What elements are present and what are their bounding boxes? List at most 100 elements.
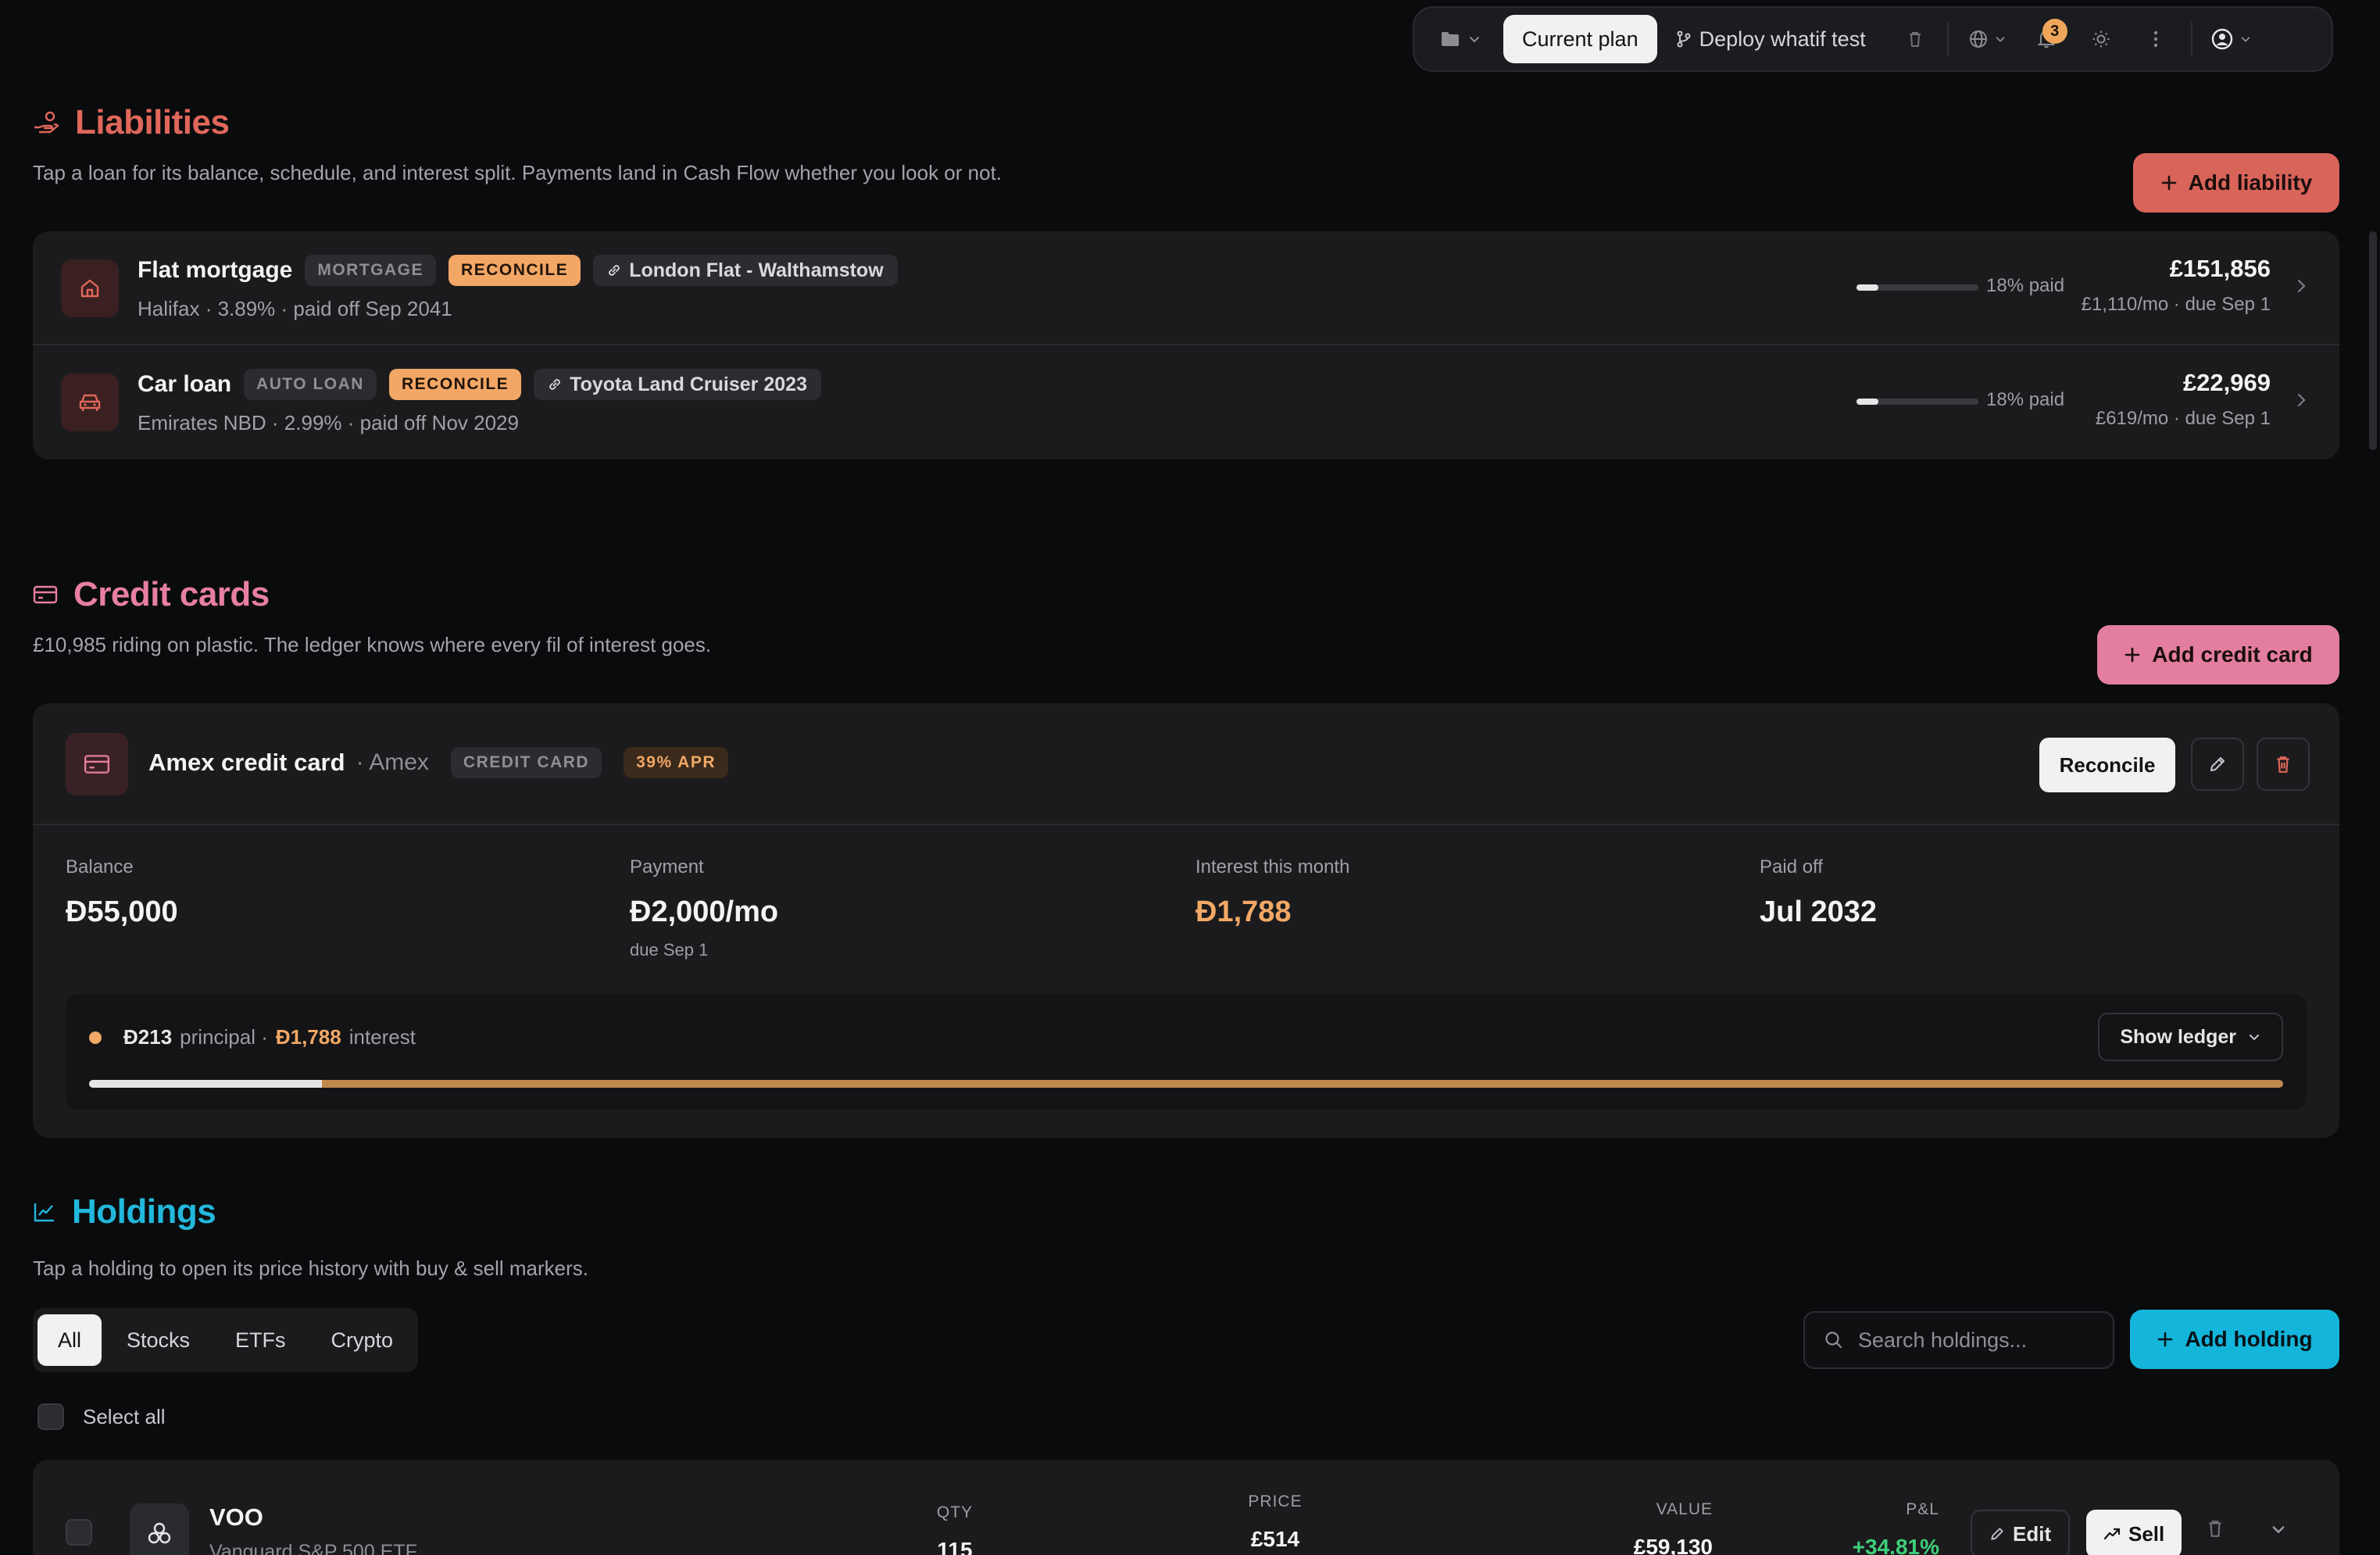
value-value: £59,130 <box>1633 1535 1713 1555</box>
holdings-filter-tabs: All Stocks ETFs Crypto <box>33 1308 419 1372</box>
tab-current-plan[interactable]: Current plan <box>1503 15 1657 63</box>
add-holding-label: Add holding <box>2185 1327 2313 1351</box>
pnl-column: P&L +34.81% <box>1822 1500 1939 1555</box>
loan-balance: £22,969 <box>2182 369 2271 396</box>
loan-balance: £151,856 <box>2169 255 2271 282</box>
expand-holding-button[interactable] <box>2269 1521 2288 1538</box>
select-all-checkbox[interactable] <box>38 1403 64 1430</box>
principal-word: principal · <box>180 1025 268 1049</box>
qty-column: QTY 115 <box>908 1503 1002 1555</box>
theme-toggle-button[interactable] <box>2074 14 2128 64</box>
edit-card-button[interactable] <box>2191 738 2244 791</box>
chevron-down-icon <box>1994 33 2007 45</box>
language-menu-button[interactable] <box>1957 14 2019 64</box>
show-ledger-button[interactable]: Show ledger <box>2098 1013 2283 1061</box>
apr-badge: 39% APR <box>624 747 729 778</box>
more-options-button[interactable] <box>2128 14 2183 64</box>
principal-amount: Đ213 <box>123 1025 173 1049</box>
account-menu-button[interactable] <box>2200 14 2263 64</box>
qty-value: 115 <box>937 1538 973 1555</box>
tab-crypto[interactable]: Crypto <box>311 1314 414 1366</box>
folder-menu-button[interactable] <box>1424 14 1499 64</box>
credit-card-icon <box>33 584 58 605</box>
reconcile-badge[interactable]: RECONCILE <box>388 369 522 400</box>
reconcile-badge[interactable]: RECONCILE <box>448 255 581 286</box>
loan-progress-label: 18% paid <box>1986 275 2065 296</box>
pnl-value: +34.81% <box>1852 1535 1939 1555</box>
notifications-button[interactable]: 3 <box>2019 14 2074 64</box>
interest-label: Interest this month <box>1195 856 1350 878</box>
loan-progress-bar <box>1856 284 1978 291</box>
sell-holding-button[interactable]: Sell <box>2086 1510 2182 1555</box>
add-liability-button[interactable]: Add liability <box>2133 153 2339 213</box>
delete-holding-button[interactable] <box>2207 1519 2224 1538</box>
plus-icon <box>2157 1331 2174 1348</box>
etf-icon <box>146 1520 173 1546</box>
interest-dot <box>89 1031 102 1044</box>
loan-meta: Emirates NBD · 2.99% · paid off Nov 2029 <box>138 411 519 434</box>
delete-card-button[interactable] <box>2257 738 2310 791</box>
delete-plan-button[interactable] <box>1891 14 1939 64</box>
sun-icon <box>2092 30 2110 48</box>
credit-card-issuer: · Amex <box>356 749 429 775</box>
tab-all[interactable]: All <box>38 1314 102 1366</box>
sell-holding-label: Sell <box>2128 1521 2165 1546</box>
loan-payment: £619/mo · due Sep 1 <box>2095 408 2271 429</box>
add-holding-button[interactable]: Add holding <box>2130 1310 2339 1369</box>
chevron-down-icon <box>2247 1030 2261 1044</box>
linked-asset-label: Toyota Land Cruiser 2023 <box>570 373 807 395</box>
table-row[interactable]: VOO Vanguard S&P 500 ETF QTY 115 PRICE £… <box>33 1460 2339 1555</box>
toolbar-divider <box>1946 22 1949 56</box>
add-liability-label: Add liability <box>2188 170 2313 195</box>
globe-icon <box>1969 30 1988 48</box>
pnl-header: P&L <box>1906 1500 1939 1518</box>
loan-progress-label: 18% paid <box>1986 389 2065 410</box>
user-avatar-icon <box>2211 28 2233 50</box>
payment-stat: Payment Đ2,000/mo due Sep 1 <box>630 856 778 960</box>
interest-amount: Đ1,788 <box>275 1025 341 1049</box>
interest-word: interest <box>348 1025 416 1049</box>
select-all-row[interactable]: Select all <box>38 1403 166 1430</box>
payment-value: Đ2,000/mo <box>630 895 779 928</box>
holdings-title: Holdings <box>72 1192 216 1231</box>
notification-count-badge: 3 <box>2042 19 2067 44</box>
chevron-right-icon <box>2294 277 2308 295</box>
row-checkbox[interactable] <box>66 1519 92 1546</box>
loan-type-tag: AUTO LOAN <box>244 369 377 400</box>
search-box <box>1803 1311 2114 1369</box>
linked-asset-chip[interactable]: Toyota Land Cruiser 2023 <box>534 369 821 400</box>
reconcile-button[interactable]: Reconcile <box>2039 738 2175 792</box>
add-credit-card-button[interactable]: Add credit card <box>2097 625 2339 685</box>
payment-due: due Sep 1 <box>630 940 709 960</box>
payment-split-summary: Đ213 principal · Đ1,788 interest <box>89 1025 416 1049</box>
search-input[interactable] <box>1858 1328 2092 1353</box>
loan-icon-tile <box>61 374 119 431</box>
loan-payment: £1,110/mo · due Sep 1 <box>2081 294 2271 315</box>
loan-name: Car loan <box>138 371 232 397</box>
holdings-heading: Holdings <box>33 1192 216 1231</box>
loan-meta: Halifax · 3.89% · paid off Sep 2041 <box>138 297 452 320</box>
tab-deploy-whatif[interactable]: Deploy whatif test <box>1657 15 1885 63</box>
branch-icon <box>1676 30 1692 48</box>
credit-cards-heading: Credit cards <box>33 575 270 614</box>
page-scrollbar[interactable] <box>2369 231 2377 450</box>
home-icon <box>79 277 101 299</box>
trend-up-icon <box>2103 1526 2121 1542</box>
toolbar-divider <box>2190 22 2192 56</box>
credit-cards-subtitle: £10,985 riding on plastic. The ledger kn… <box>33 633 712 656</box>
trash-icon <box>1907 30 1923 48</box>
edit-holding-button[interactable]: Edit <box>1971 1510 2071 1555</box>
list-item-car-loan[interactable]: Car loan AUTO LOAN RECONCILE Toyota Land… <box>33 345 2339 459</box>
tab-etfs[interactable]: ETFs <box>215 1314 306 1366</box>
add-credit-card-label: Add credit card <box>2152 642 2313 667</box>
trash-icon <box>2207 1519 2224 1538</box>
loan-progress-fill <box>1856 399 1879 405</box>
tab-stocks[interactable]: Stocks <box>106 1314 210 1366</box>
linked-asset-chip[interactable]: London Flat - Walthamstow <box>593 255 898 286</box>
liabilities-list: Flat mortgage MORTGAGE RECONCILE London … <box>33 231 2339 459</box>
qty-header: QTY <box>936 1503 974 1521</box>
paid-off-value: Jul 2032 <box>1760 895 1877 928</box>
list-item-flat-mortgage[interactable]: Flat mortgage MORTGAGE RECONCILE London … <box>33 231 2339 345</box>
balance-value: Đ55,000 <box>66 895 178 928</box>
loan-header: Flat mortgage MORTGAGE RECONCILE London … <box>138 255 898 286</box>
